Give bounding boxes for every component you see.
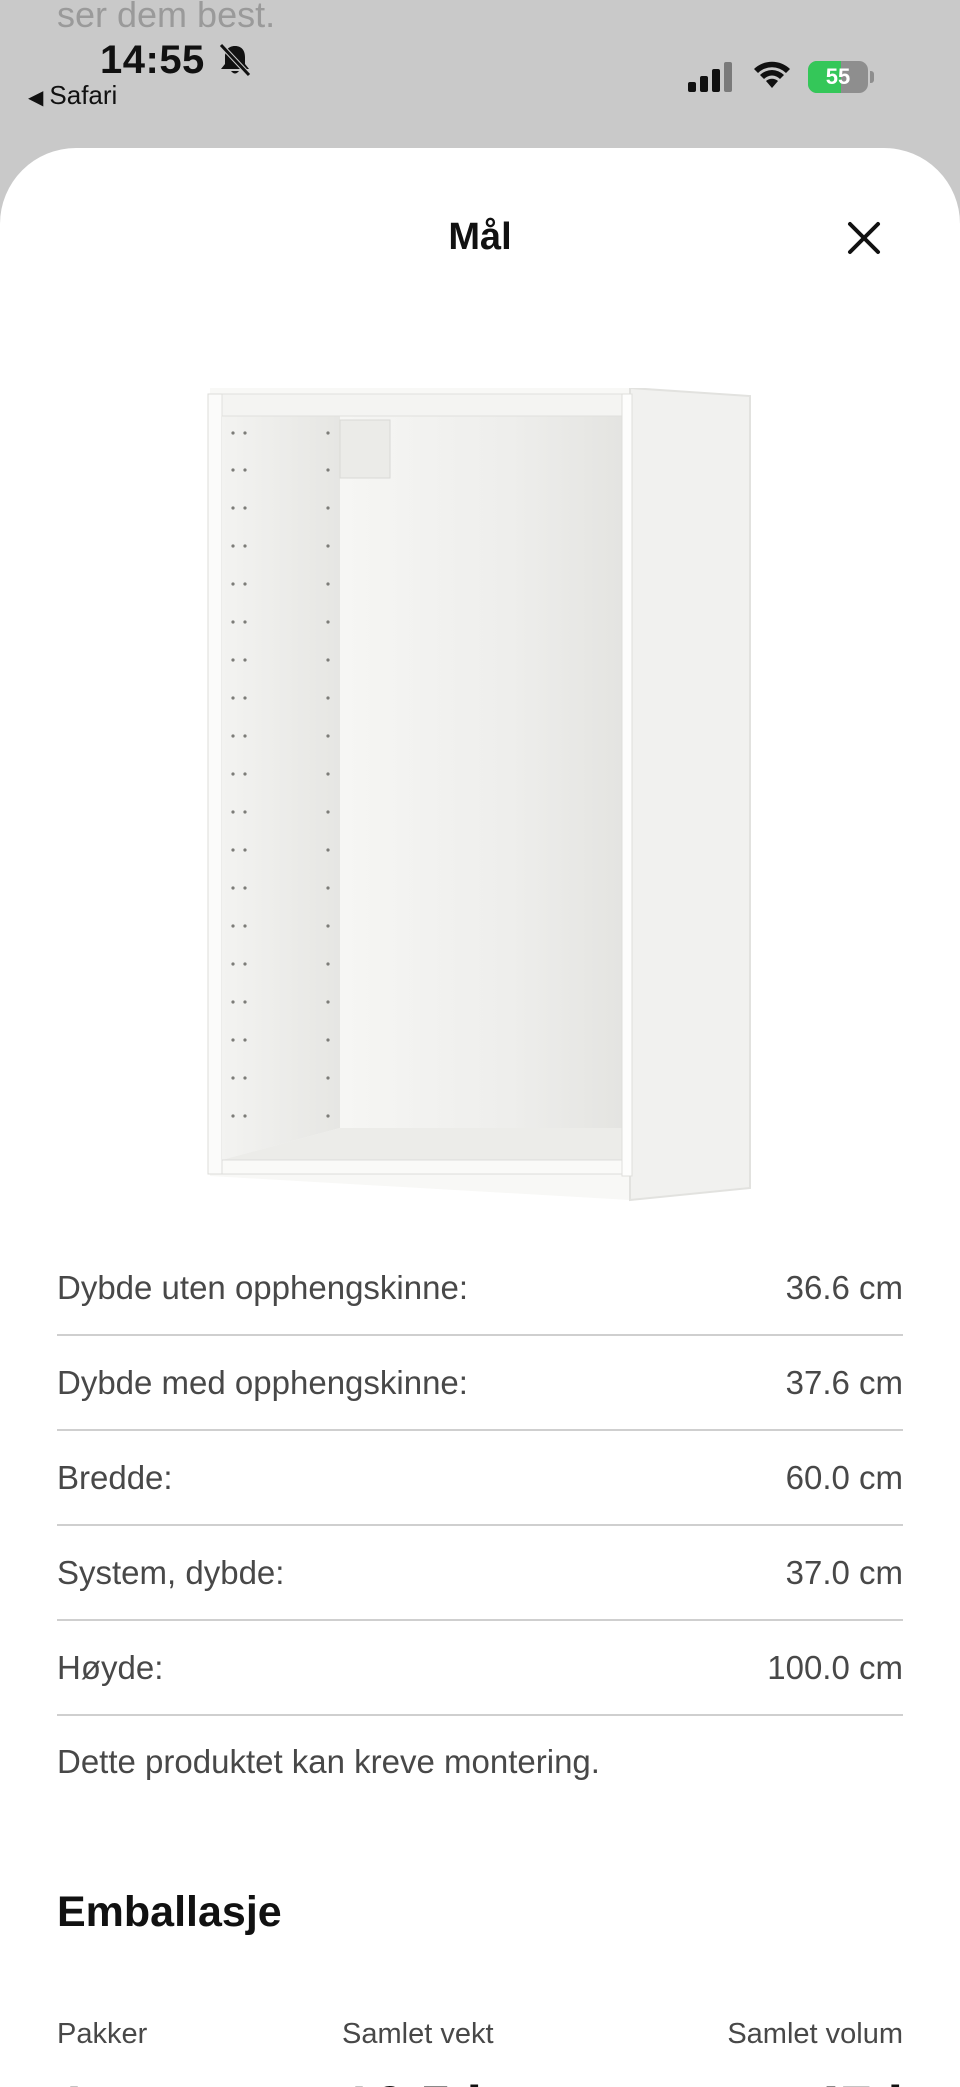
- status-bar: 14:55 ◀ Safari 55: [0, 0, 960, 140]
- dimension-value: 36.6 cm: [785, 1268, 903, 1306]
- packaging-value: 1: [57, 2073, 147, 2087]
- dimension-row: Dybde uten opphengskinne: 36.6 cm: [57, 1241, 903, 1336]
- bell-slash-icon: [219, 43, 251, 77]
- dimensions-list: Dybde uten opphengskinne: 36.6 cm Dybde …: [57, 1241, 903, 1716]
- packaging-label: Pakker: [57, 2018, 148, 2050]
- dimension-label: Dybde uten opphengskinne:: [57, 1268, 468, 1306]
- battery-nub: [870, 71, 874, 83]
- battery-icon: 55: [808, 61, 874, 93]
- back-label: Safari: [49, 80, 118, 110]
- dimension-value: 37.0 cm: [785, 1553, 903, 1591]
- packaging-label: Samlet vekt: [342, 2018, 494, 2050]
- sheet-header: Mål: [0, 148, 960, 328]
- packaging-packages: Pakker 1: [57, 2018, 147, 2087]
- packaging-weight: Samlet vekt 16.5 kg: [342, 2018, 532, 2087]
- product-image: [207, 388, 751, 1202]
- packaging-summary: Pakker 1 Samlet vekt 16.5 kg Samlet volu…: [57, 2018, 903, 2087]
- dimension-value: 37.6 cm: [785, 1363, 903, 1401]
- battery-percent: 55: [825, 64, 851, 89]
- dimension-label: Bredde:: [57, 1458, 173, 1496]
- dimension-value: 100.0 cm: [767, 1648, 903, 1686]
- packaging-volume: Samlet volum 47 l: [727, 2018, 903, 2087]
- status-time: 14:55: [100, 38, 205, 82]
- wifi-icon: [754, 61, 790, 88]
- back-to-safari[interactable]: ◀ Safari: [28, 80, 117, 111]
- dimension-row: Dybde med opphengskinne: 37.6 cm: [57, 1336, 903, 1431]
- dimension-label: Høyde:: [57, 1648, 164, 1686]
- dimension-row: Høyde: 100.0 cm: [57, 1621, 903, 1716]
- back-arrow-icon: ◀: [28, 87, 44, 109]
- packaging-title: Emballasje: [57, 1888, 282, 1936]
- close-icon[interactable]: [840, 214, 888, 262]
- packaging-value: 16.5 kg: [342, 2073, 532, 2087]
- packaging-value: 47 l: [727, 2073, 903, 2087]
- assembly-note: Dette produktet kan kreve montering.: [57, 1743, 600, 1780]
- dimension-label: System, dybde:: [57, 1553, 285, 1591]
- battery-body: 55: [808, 61, 868, 93]
- dimension-value: 60.0 cm: [785, 1458, 903, 1496]
- packaging-label: Samlet volum: [727, 2018, 903, 2050]
- dimension-row: Bredde: 60.0 cm: [57, 1431, 903, 1526]
- signal-icon: [688, 62, 732, 92]
- dimension-row: System, dybde: 37.0 cm: [57, 1526, 903, 1621]
- dimension-label: Dybde med opphengskinne:: [57, 1363, 468, 1401]
- sheet-title: Mål: [448, 216, 512, 258]
- dimensions-sheet: Mål Dybde uten opphengskinne: 36.6 cm Dy…: [0, 148, 960, 2087]
